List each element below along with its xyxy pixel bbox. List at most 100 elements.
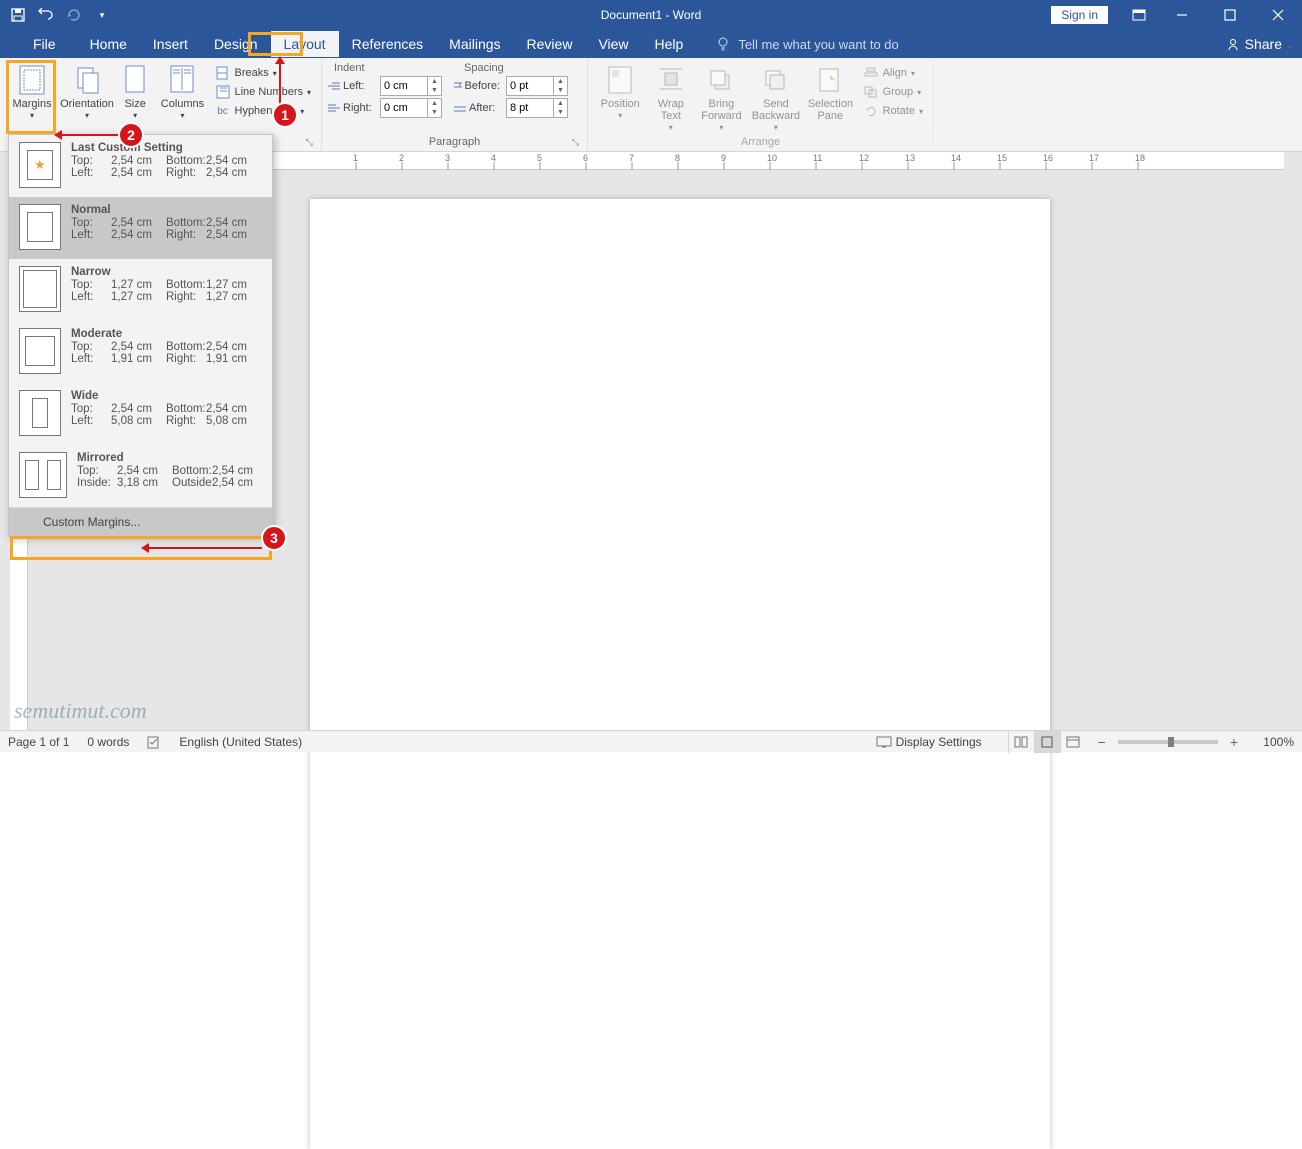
- indent-left-input[interactable]: ▲▼: [380, 76, 442, 96]
- svg-text:12: 12: [859, 153, 869, 163]
- word-count[interactable]: 0 words: [87, 735, 129, 749]
- spacing-before-input[interactable]: ▲▼: [506, 76, 568, 96]
- send-backward-button[interactable]: Send Backward▾: [750, 62, 802, 133]
- margins-narrow-icon: [19, 266, 61, 312]
- tab-mailings[interactable]: Mailings: [436, 31, 513, 57]
- align-button[interactable]: Align ▾: [859, 64, 927, 82]
- hyphenation-button[interactable]: bcHyphenation ▾: [211, 102, 316, 120]
- columns-button[interactable]: Columns▾: [156, 62, 208, 121]
- indent-left-icon: [328, 81, 340, 91]
- svg-text:16: 16: [1043, 153, 1053, 163]
- tellme-placeholder: Tell me what you want to do: [738, 37, 898, 52]
- svg-text:8: 8: [675, 153, 680, 163]
- custom-margins-button[interactable]: Custom Margins...: [9, 508, 272, 536]
- indent-right-input[interactable]: ▲▼: [380, 98, 442, 118]
- qat-customize-icon[interactable]: ▾: [92, 5, 112, 25]
- tab-references[interactable]: References: [339, 31, 437, 57]
- watermark-text: semutimut.com: [14, 698, 147, 724]
- tab-layout[interactable]: Layout: [271, 31, 339, 57]
- breaks-button[interactable]: Breaks ▾: [211, 64, 316, 82]
- line-numbers-button[interactable]: Line Numbers ▾: [211, 83, 316, 101]
- ribbon-display-icon[interactable]: [1120, 0, 1158, 30]
- position-button[interactable]: Position▾: [594, 62, 646, 121]
- svg-text:14: 14: [951, 153, 961, 163]
- svg-text:13: 13: [905, 153, 915, 163]
- read-mode-view[interactable]: [1008, 731, 1034, 753]
- tab-file[interactable]: File: [20, 31, 69, 57]
- position-icon: [604, 64, 636, 96]
- svg-text:5: 5: [537, 153, 542, 163]
- tab-home[interactable]: Home: [77, 31, 140, 57]
- margins-option-last[interactable]: ★ Last Custom Setting Top:2,54 cmBottom:…: [9, 135, 272, 197]
- group-icon: [863, 84, 879, 100]
- tellme-search[interactable]: Tell me what you want to do: [716, 37, 898, 52]
- linenum-icon: [215, 84, 231, 100]
- margins-wide-icon: [19, 390, 61, 436]
- proofing-icon[interactable]: [147, 735, 161, 749]
- quick-access-toolbar: ▾: [0, 5, 112, 25]
- margins-option-mirrored[interactable]: Mirrored Top:2,54 cmBottom:2,54 cm Insid…: [9, 445, 272, 507]
- indent-right-icon: [328, 103, 340, 113]
- page-status[interactable]: Page 1 of 1: [8, 735, 69, 749]
- spacing-after-input[interactable]: ▲▼: [506, 98, 568, 118]
- margins-option-normal[interactable]: Normal Top:2,54 cmBottom:2,54 cm Left:2,…: [9, 197, 272, 259]
- breaks-icon: [215, 65, 231, 81]
- margins-option-narrow[interactable]: Narrow Top:1,27 cmBottom:1,27 cm Left:1,…: [9, 259, 272, 321]
- wrap-icon: [655, 64, 687, 96]
- tab-design[interactable]: Design: [201, 31, 271, 57]
- selection-pane-button[interactable]: Selection Pane: [804, 62, 856, 122]
- lightbulb-icon: [716, 37, 730, 51]
- margins-moderate-icon: [19, 328, 61, 374]
- rotate-button[interactable]: Rotate ▾: [859, 102, 927, 120]
- size-icon: [119, 64, 151, 96]
- backward-icon: [760, 64, 792, 96]
- group-button[interactable]: Group ▾: [859, 83, 927, 101]
- spacing-after-icon: [454, 103, 466, 113]
- pagesetup-launcher[interactable]: ⤡: [306, 135, 313, 149]
- zoom-in[interactable]: +: [1226, 734, 1242, 750]
- tab-help[interactable]: Help: [642, 31, 697, 57]
- undo-icon[interactable]: [36, 5, 56, 25]
- wrap-text-button[interactable]: Wrap Text▾: [648, 62, 693, 133]
- margins-normal-icon: [19, 204, 61, 250]
- display-icon: [876, 736, 892, 748]
- maximize-button[interactable]: [1206, 0, 1254, 30]
- svg-text:7: 7: [629, 153, 634, 163]
- margins-option-wide[interactable]: Wide Top:2,54 cmBottom:2,54 cm Left:5,08…: [9, 383, 272, 445]
- collapse-ribbon-icon[interactable]: ⌃: [1282, 42, 1298, 58]
- save-icon[interactable]: [8, 5, 28, 25]
- language-status[interactable]: English (United States): [179, 735, 302, 749]
- tab-view[interactable]: View: [585, 31, 641, 57]
- margins-option-moderate[interactable]: Moderate Top:2,54 cmBottom:2,54 cm Left:…: [9, 321, 272, 383]
- size-button[interactable]: Size▾: [116, 62, 155, 121]
- share-button[interactable]: Share: [1226, 36, 1282, 52]
- group-label-arrange: Arrange: [741, 136, 780, 148]
- redo-icon[interactable]: [64, 5, 84, 25]
- paragraph-launcher[interactable]: ⤡: [572, 135, 579, 149]
- svg-text:18: 18: [1135, 153, 1145, 163]
- tab-insert[interactable]: Insert: [140, 31, 201, 57]
- margins-button[interactable]: Margins▾: [6, 62, 58, 121]
- svg-text:3: 3: [445, 153, 450, 163]
- signin-button[interactable]: Sign in: [1051, 6, 1108, 24]
- orientation-button[interactable]: Orientation▾: [60, 62, 114, 121]
- svg-text:9: 9: [721, 153, 726, 163]
- zoom-level[interactable]: 100%: [1250, 735, 1294, 749]
- close-button[interactable]: [1254, 0, 1302, 30]
- svg-text:10: 10: [767, 153, 777, 163]
- group-label-paragraph: Paragraph: [429, 136, 480, 148]
- title-bar: ▾ Document1 - Word Sign in: [0, 0, 1302, 30]
- print-layout-view[interactable]: [1034, 731, 1060, 753]
- forward-icon: [705, 64, 737, 96]
- bring-forward-button[interactable]: Bring Forward▾: [695, 62, 747, 133]
- zoom-out[interactable]: −: [1094, 734, 1110, 750]
- web-layout-view[interactable]: [1060, 731, 1086, 753]
- document-page[interactable]: [310, 199, 1050, 1149]
- tab-review[interactable]: Review: [514, 31, 586, 57]
- hyphen-icon: bc: [215, 103, 231, 119]
- zoom-slider[interactable]: [1118, 740, 1218, 744]
- display-settings[interactable]: Display Settings: [876, 735, 982, 749]
- svg-text:1: 1: [353, 153, 358, 163]
- window-title: Document1 - Word: [601, 8, 701, 22]
- minimize-button[interactable]: [1158, 0, 1206, 30]
